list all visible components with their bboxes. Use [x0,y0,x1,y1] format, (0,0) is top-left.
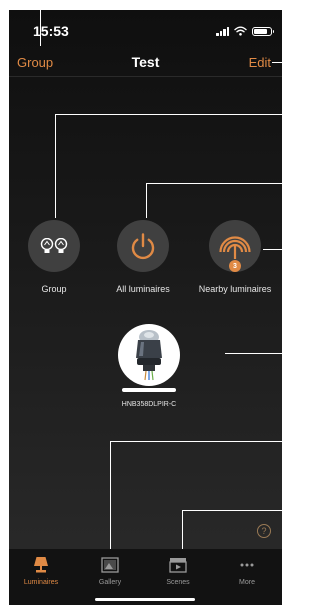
cellular-signal-icon [216,26,229,36]
luminaire-image[interactable] [118,324,180,386]
tab-bar: Luminaires Gallery Scenes More [9,549,282,605]
tab-gallery[interactable]: Gallery [80,555,140,586]
clapperboard-icon [169,555,187,575]
page-title: Test [131,54,160,70]
tab-more[interactable]: More [217,555,277,586]
home-indicator [95,598,195,601]
annotation-line [182,510,183,549]
all-luminaires-tile[interactable]: All luminaires [110,220,176,294]
tab-scenes-label: Scenes [166,579,190,586]
nearby-luminaires-tile[interactable]: 3 Nearby luminaires [199,220,271,294]
annotation-line [9,4,275,5]
all-luminaires-tile-label: All luminaires [116,284,170,294]
annotation-line [146,183,282,184]
annotation-line [110,441,282,442]
tab-luminaires-label: Luminaires [23,579,59,586]
annotation-line [55,114,56,218]
nearby-luminaires-tile-circle[interactable]: 3 [209,220,261,272]
nearby-signal-icon [219,236,251,259]
wifi-icon [234,26,247,36]
more-dots-icon [239,555,255,575]
lamp-icon [33,555,49,575]
all-luminaires-tile-circle[interactable] [117,220,169,272]
help-icon[interactable]: ? [257,524,271,538]
power-icon [131,233,155,260]
annotation-line [146,183,147,218]
nav-divider [9,76,282,77]
group-tile-label: Group [41,284,67,294]
status-time: 15:53 [33,23,69,39]
gallery-icon [101,555,119,575]
luminaire-device[interactable]: HNB358DLPIR-C [104,324,194,408]
nearby-count-badge: 3 [229,260,241,272]
luminaire-label: HNB358DLPIR-C [121,401,177,408]
tab-gallery-label: Gallery [98,579,122,586]
app-screen: 15:53 Group Test Edit Group All luminair… [9,10,282,605]
edit-button[interactable]: Edit [249,55,271,70]
group-luminaires-icon [40,238,68,253]
annotation-line [225,353,282,354]
selection-underline [122,388,176,392]
group-tile[interactable]: Group [21,220,87,294]
group-tile-circle[interactable] [28,220,80,272]
annotation-line [182,510,282,511]
tab-scenes[interactable]: Scenes [148,555,208,586]
status-icons [216,25,274,37]
battery-icon [252,26,274,36]
nearby-luminaires-tile-label: Nearby luminaires [198,284,272,294]
tab-more-label: More [239,579,255,586]
annotation-line [110,441,111,549]
tab-luminaires[interactable]: Luminaires [11,555,71,586]
annotation-line [55,114,282,115]
luminaire-product-image [136,330,162,381]
